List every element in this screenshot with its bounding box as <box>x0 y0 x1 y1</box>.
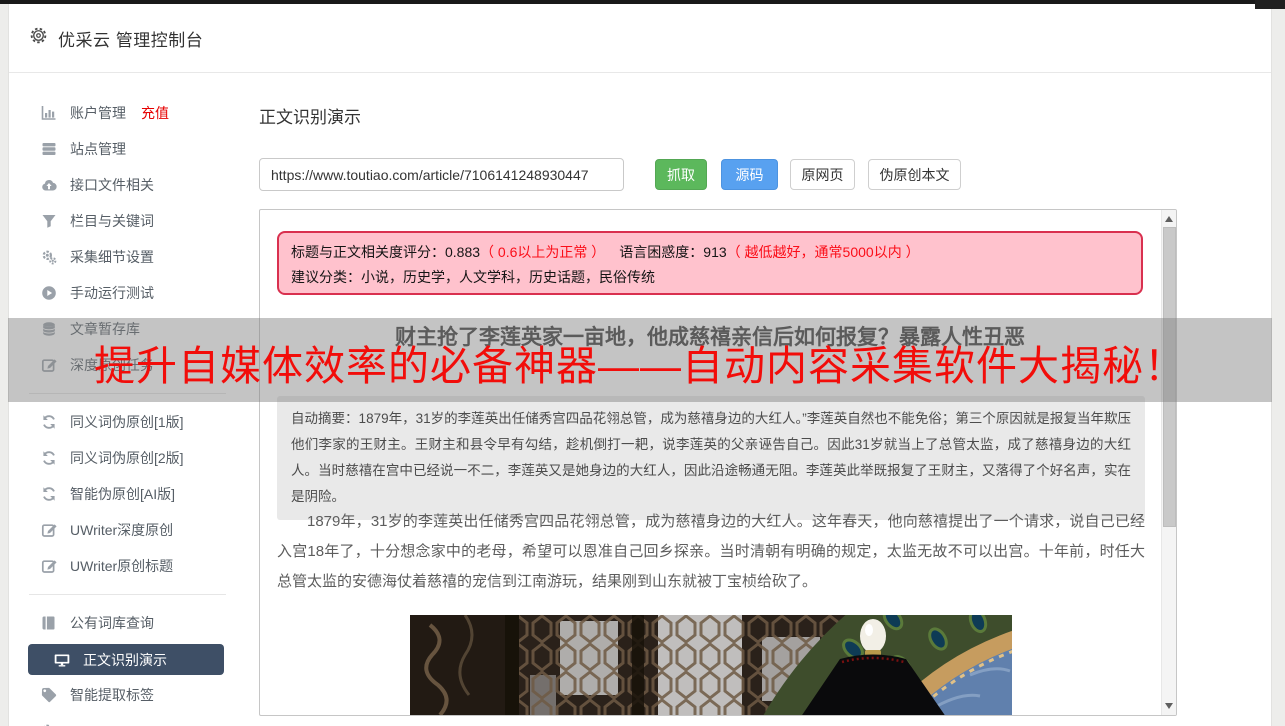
sidebar-item-label: 站点管理 <box>70 141 126 157</box>
edit-icon <box>41 357 57 373</box>
sidebar-item-partial-item[interactable] <box>9 713 241 726</box>
sidebar-item-label: 账户管理 <box>70 105 126 121</box>
sidebar-item-label: UWriter原创标题 <box>70 558 174 574</box>
article-title: 财主抢了李莲英家一亩地，他成慈禧亲信后如何报复？暴露人性丑恶 <box>395 326 1025 349</box>
play-icon <box>41 285 57 301</box>
sidebar-item-deep-original-task[interactable]: 深度原创任务 <box>9 347 241 383</box>
relevance-score: 标题与正文相关度评分：0.883 <box>291 244 481 260</box>
sidebar-item-label: 手动运行测试 <box>70 285 154 301</box>
sidebar-nav: 账户管理 充值站点管理接口文件相关 栏目与关键词 采集细节设置 手动运行测试 文章暂存库深… <box>9 95 241 726</box>
sidebar-divider <box>29 393 226 394</box>
top-bar-corner <box>1255 0 1285 9</box>
sidebar-item-label: 智能提取标签 <box>70 687 154 703</box>
sidebar-item-columns-keywords[interactable]: 栏目与关键词 <box>9 203 241 239</box>
sidebar-item-smart-tag-extract[interactable]: 智能提取标签 <box>9 677 241 713</box>
bar-chart-icon <box>41 105 57 121</box>
grab-button[interactable]: 抓取 <box>655 159 707 190</box>
sidebar-item-uwriter-original-title[interactable]: UWriter原创标题 <box>9 548 241 584</box>
gear-icon <box>29 26 48 50</box>
sidebar-item-article-staging[interactable]: 文章暂存库 <box>9 311 241 347</box>
book-icon <box>41 615 57 631</box>
top-black-bar <box>0 0 1285 4</box>
edit-icon <box>41 522 57 538</box>
sidebar-item-label: 同义词伪原创[2版] <box>70 450 184 466</box>
scrollbar-down-arrow-icon[interactable] <box>1165 703 1173 709</box>
source-button[interactable]: 源码 <box>721 159 778 190</box>
app-header: 优采云 管理控制台 <box>9 4 1271 73</box>
sidebar-item-label: 文章暂存库 <box>70 321 140 337</box>
edit-icon <box>41 558 57 574</box>
sidebar-item-label: 正文识别演示 <box>83 651 167 668</box>
main-card: 优采云 管理控制台 账户管理 充值站点管理接口文件相关 栏目与关键词 采集细节设置 手动… <box>8 4 1272 726</box>
analysis-line-1: 标题与正文相关度评分：0.883（ 0.6以上为正常 ） 语言困惑度：913（ 越… <box>291 240 1129 265</box>
sidebar-item-synonym-rewrite-2[interactable]: 同义词伪原创[2版] <box>9 440 241 476</box>
sidebar-item-label: 公有词库查询 <box>70 615 154 631</box>
sidebar-item-collection-settings[interactable]: 采集细节设置 <box>9 239 241 275</box>
result-panel: 标题与正文相关度评分：0.883（ 0.6以上为正常 ） 语言困惑度：913（ 越… <box>259 209 1177 716</box>
sidebar-item-label: 栏目与关键词 <box>70 213 154 229</box>
url-input[interactable] <box>259 158 624 191</box>
original-page-button[interactable]: 原网页 <box>790 159 855 190</box>
refresh-icon <box>41 486 57 502</box>
sidebar-item-label: 深度原创任务 <box>70 357 154 373</box>
funnel-icon <box>41 213 57 229</box>
perplexity-note: （ 越低越好，通常5000以内 ） <box>726 244 920 260</box>
relevance-note: （ 0.6以上为正常 ） <box>480 244 606 260</box>
sidebar-item-label: 智能伪原创[AI版] <box>70 486 176 502</box>
article-paragraph: 1879年，31岁的李莲英出任储秀宫四品花翎总管，成为慈禧身边的大红人。这年春天… <box>277 513 1145 590</box>
recharge-badge[interactable]: 充值 <box>141 103 169 123</box>
tag-icon <box>41 687 57 703</box>
sidebar-item-ai-rewrite[interactable]: 智能伪原创[AI版] <box>9 476 241 512</box>
sidebar-item-interface-files[interactable]: 接口文件相关 <box>9 167 241 203</box>
scrollbar-thumb[interactable] <box>1163 227 1176 527</box>
analysis-alert: 标题与正文相关度评分：0.883（ 0.6以上为正常 ） 语言困惑度：913（ 越… <box>277 231 1143 295</box>
cloud-upload-icon <box>41 177 57 193</box>
refresh-icon <box>41 450 57 466</box>
gears-icon <box>41 249 57 265</box>
auto-summary: 自动摘要：1879年，31岁的李莲英出任储秀宫四品花翎总管，成为慈禧身边的大红人… <box>277 396 1145 520</box>
monitor-icon <box>54 652 70 668</box>
sidebar-item-label: 接口文件相关 <box>70 177 154 193</box>
sidebar-divider <box>29 594 226 595</box>
sidebar-item-account-management[interactable]: 账户管理 充值 <box>9 95 241 131</box>
app-root: 优采云 管理控制台 账户管理 充值站点管理接口文件相关 栏目与关键词 采集细节设置 手动… <box>0 0 1285 726</box>
page-title: 正文识别演示 <box>259 108 361 127</box>
pseudo-original-button[interactable]: 伪原创本文 <box>868 159 961 190</box>
panel-scrollbar[interactable] <box>1161 210 1176 715</box>
perplexity-score: 语言困惑度：913 <box>619 244 727 260</box>
sidebar-item-public-thesaurus-query[interactable]: 公有词库查询 <box>9 605 241 641</box>
sidebar-item-label: UWriter深度原创 <box>70 522 174 538</box>
server-icon <box>41 141 57 157</box>
sidebar-item-uwriter-deep-original[interactable]: UWriter深度原创 <box>9 512 241 548</box>
sidebar-item-content-recognition-demo[interactable]: 正文识别演示 <box>28 644 224 675</box>
sidebar-item-label: 采集细节设置 <box>70 249 154 265</box>
sidebar-item-label: 同义词伪原创[1版] <box>70 414 184 430</box>
sidebar-item-site-management[interactable]: 站点管理 <box>9 131 241 167</box>
database-icon <box>41 321 57 337</box>
sidebar-item-manual-run-test[interactable]: 手动运行测试 <box>9 275 241 311</box>
sidebar-item-synonym-rewrite-1[interactable]: 同义词伪原创[1版] <box>9 404 241 440</box>
refresh-icon <box>41 414 57 430</box>
app-title: 优采云 管理控制台 <box>58 30 204 50</box>
article-image <box>410 515 1176 715</box>
suggested-category: 建议分类：小说，历史学，人文学科，历史话题，民俗传统 <box>291 269 655 285</box>
scrollbar-up-arrow-icon[interactable] <box>1165 216 1173 222</box>
